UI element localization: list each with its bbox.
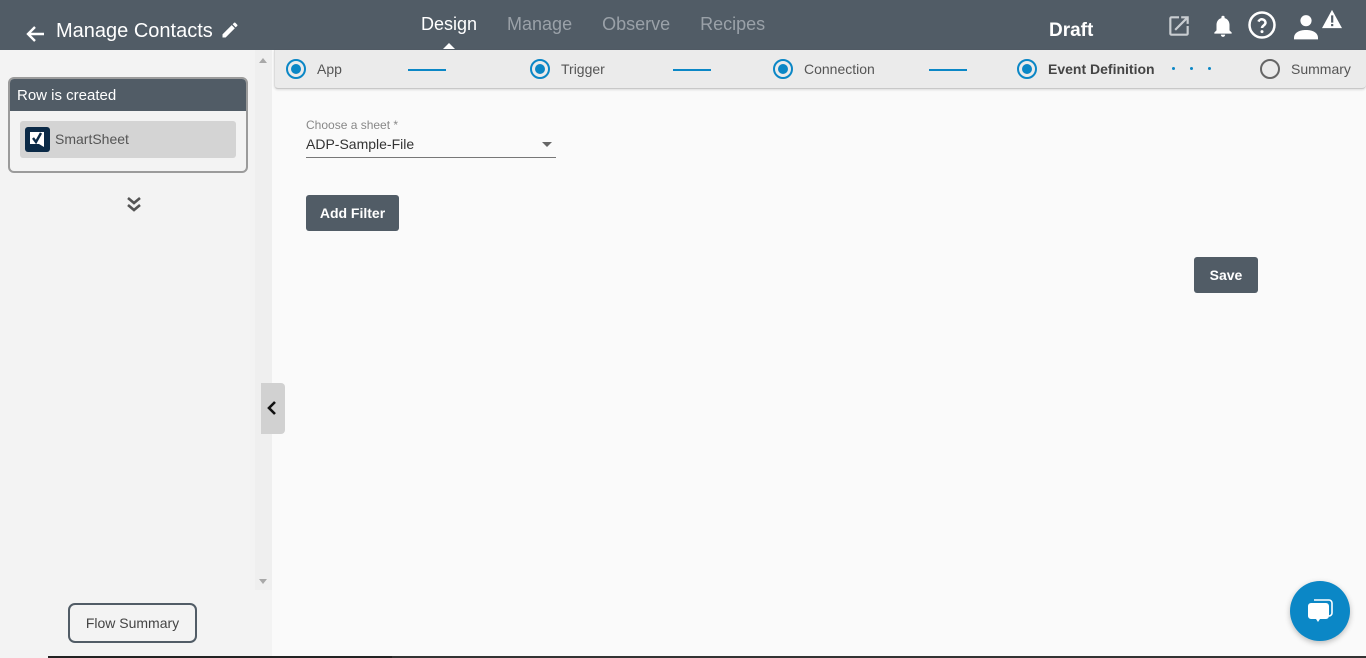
sidebar-scrollbar[interactable] (255, 50, 272, 590)
step-label: Summary (1291, 61, 1351, 77)
save-button[interactable]: Save (1194, 257, 1258, 293)
chat-bubble-icon (1308, 599, 1333, 622)
step-pending-icon (1260, 59, 1280, 79)
step-connection[interactable]: Connection (773, 59, 875, 79)
edit-icon[interactable] (220, 20, 240, 40)
help-icon[interactable] (1247, 10, 1277, 40)
chevron-left-icon (267, 401, 276, 415)
step-connector-dotted (1172, 67, 1226, 70)
step-summary[interactable]: Summary (1260, 59, 1351, 79)
tab-manage[interactable]: Manage (507, 14, 572, 35)
app-chip-label: SmartSheet (55, 131, 129, 147)
step-done-icon (773, 59, 793, 79)
step-trigger[interactable]: Trigger (530, 59, 605, 79)
wizard-stepper: App Trigger Connection Event Definition … (274, 50, 1366, 89)
step-label: Event Definition (1048, 61, 1155, 77)
step-current-icon (1017, 59, 1037, 79)
scroll-up-arrow-icon[interactable] (259, 58, 267, 63)
step-connector (673, 69, 711, 71)
flow-title: Manage Contacts (56, 20, 213, 42)
sheet-field-label: Choose a sheet * (306, 118, 399, 132)
user-icon[interactable] (1290, 10, 1322, 42)
trigger-card[interactable]: Row is created SmartSheet (8, 77, 248, 173)
flow-summary-button[interactable]: Flow Summary (68, 603, 197, 643)
double-chevron-down-icon[interactable] (125, 196, 143, 214)
step-label: App (317, 61, 342, 77)
step-connector (408, 69, 446, 71)
sheet-select-value: ADP-Sample-File (306, 136, 415, 152)
back-arrow-icon[interactable] (24, 22, 46, 44)
trigger-card-title: Row is created (10, 79, 246, 111)
bell-icon[interactable] (1210, 13, 1236, 39)
sheet-select[interactable]: ADP-Sample-File (306, 134, 556, 158)
external-link-icon[interactable] (1166, 13, 1192, 39)
tab-observe[interactable]: Observe (602, 14, 670, 35)
tab-design[interactable]: Design (421, 14, 477, 49)
status-badge: Draft (1049, 20, 1094, 41)
warning-icon[interactable] (1321, 9, 1343, 29)
top-header: Manage Contacts Design Manage Observe Re… (0, 0, 1366, 50)
collapse-sidebar-button[interactable] (261, 383, 285, 434)
main-nav: Design Manage Observe Recipes (421, 14, 795, 49)
step-label: Trigger (561, 61, 605, 77)
step-label: Connection (804, 61, 875, 77)
dropdown-caret-icon (542, 142, 552, 147)
flow-sidebar: Row is created SmartSheet Flow Summary (0, 50, 272, 658)
step-app[interactable]: App (286, 59, 342, 79)
app-chip-smartsheet[interactable]: SmartSheet (20, 121, 236, 158)
scroll-down-arrow-icon[interactable] (259, 579, 267, 584)
step-connector (929, 69, 967, 71)
step-done-icon (530, 59, 550, 79)
smartsheet-logo-icon (25, 127, 50, 152)
tab-recipes[interactable]: Recipes (700, 14, 765, 35)
add-filter-button[interactable]: Add Filter (306, 195, 399, 231)
chat-support-button[interactable] (1290, 581, 1350, 641)
step-done-icon (286, 59, 306, 79)
step-event-definition[interactable]: Event Definition (1017, 59, 1155, 79)
